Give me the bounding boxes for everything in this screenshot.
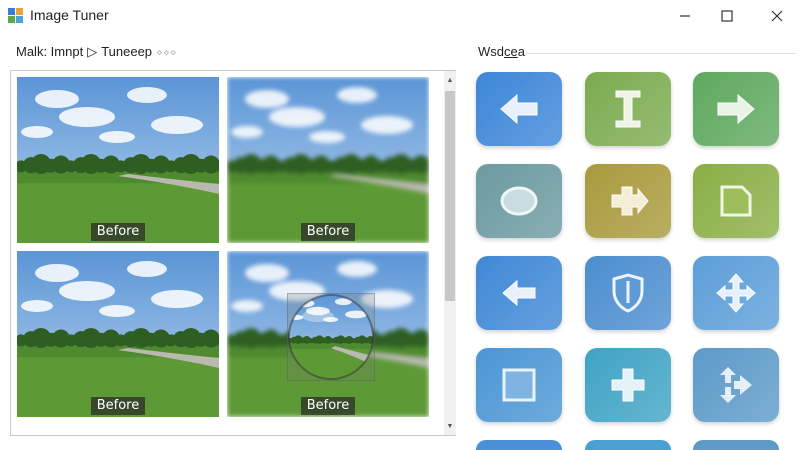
thumbnail-before-1[interactable]: Before [17, 77, 219, 243]
scroll-up-icon[interactable]: ▲ [444, 73, 456, 87]
tile-frame[interactable] [693, 164, 779, 238]
tile-arrow-left[interactable] [476, 72, 562, 146]
landscape-image [17, 77, 219, 243]
landscape-image [17, 251, 219, 417]
close-icon [771, 10, 783, 22]
swap-arrows-icon [720, 367, 752, 403]
plus-arrow-icon [611, 186, 649, 216]
close-button[interactable] [754, 0, 800, 32]
thumbnail-label: Before [300, 223, 356, 241]
image-grid-panel: Before Before Before Before ▲ ▼ [10, 70, 456, 436]
minimize-button[interactable] [662, 0, 708, 32]
arrow-left-icon [502, 279, 536, 307]
tile-text-cursor[interactable] [585, 72, 671, 146]
tile-move-arrows[interactable] [693, 256, 779, 330]
breadcrumb: Malk: Imnpt ▷ Tuneeep ⋄⋄⋄ [16, 44, 177, 60]
arrow-left-icon [500, 93, 538, 125]
maximize-icon [721, 10, 733, 22]
thumbnail-label: Before [90, 397, 146, 415]
tile-circle[interactable] [476, 164, 562, 238]
thumbnail-label: Before [300, 397, 356, 415]
move-arrows-icon [716, 273, 756, 313]
plus-icon [611, 368, 645, 402]
thumbnail-label: Before [90, 223, 146, 241]
maximize-button[interactable] [704, 0, 750, 32]
circle-icon [500, 186, 538, 216]
vertical-scrollbar[interactable]: ▲ ▼ [444, 71, 456, 435]
tile-partial[interactable] [693, 440, 779, 450]
title-bar: Image Tuner [0, 0, 800, 32]
scroll-down-icon[interactable]: ▼ [444, 419, 456, 433]
tile-swap-arrows[interactable] [693, 348, 779, 422]
widgets-panel-title: Wsdcea [478, 44, 525, 59]
tile-plus[interactable] [585, 348, 671, 422]
minimize-icon [680, 15, 690, 17]
thumbnail-before-4[interactable]: Before [227, 251, 429, 417]
tile-arrow-right[interactable] [693, 72, 779, 146]
landscape-image [227, 77, 429, 243]
header-divider [526, 53, 796, 54]
text-cursor-icon [615, 90, 641, 128]
title-part: Wsd [478, 44, 504, 59]
app-logo-icon [8, 8, 24, 24]
tile-partial[interactable] [585, 440, 671, 450]
widget-tile-grid [474, 70, 784, 450]
frame-icon [720, 185, 752, 217]
tile-shield[interactable] [585, 256, 671, 330]
shield-icon [612, 273, 644, 313]
tile-square[interactable] [476, 348, 562, 422]
scroll-thumb[interactable] [445, 91, 455, 301]
title-part: a [517, 44, 525, 59]
magnifier-lens[interactable] [287, 293, 375, 381]
tile-plus-arrow[interactable] [585, 164, 671, 238]
window-title: Image Tuner [30, 7, 109, 23]
thumbnail-before-2[interactable]: Before [227, 77, 429, 243]
breadcrumb-item[interactable]: Malk: Imnpt [16, 44, 83, 59]
arrow-right-icon [717, 93, 755, 125]
tile-arrow-left-2[interactable] [476, 256, 562, 330]
thumbnail-before-3[interactable]: Before [17, 251, 219, 417]
breadcrumb-item[interactable]: Tuneeep [101, 44, 152, 59]
title-part-underlined: ce [504, 44, 518, 59]
lens-sharp-view-icon [288, 294, 374, 380]
breadcrumb-separator: ▷ [87, 44, 98, 59]
more-dots-icon[interactable]: ⋄⋄⋄ [156, 47, 177, 59]
square-icon [502, 368, 536, 402]
tile-partial[interactable] [476, 440, 562, 450]
